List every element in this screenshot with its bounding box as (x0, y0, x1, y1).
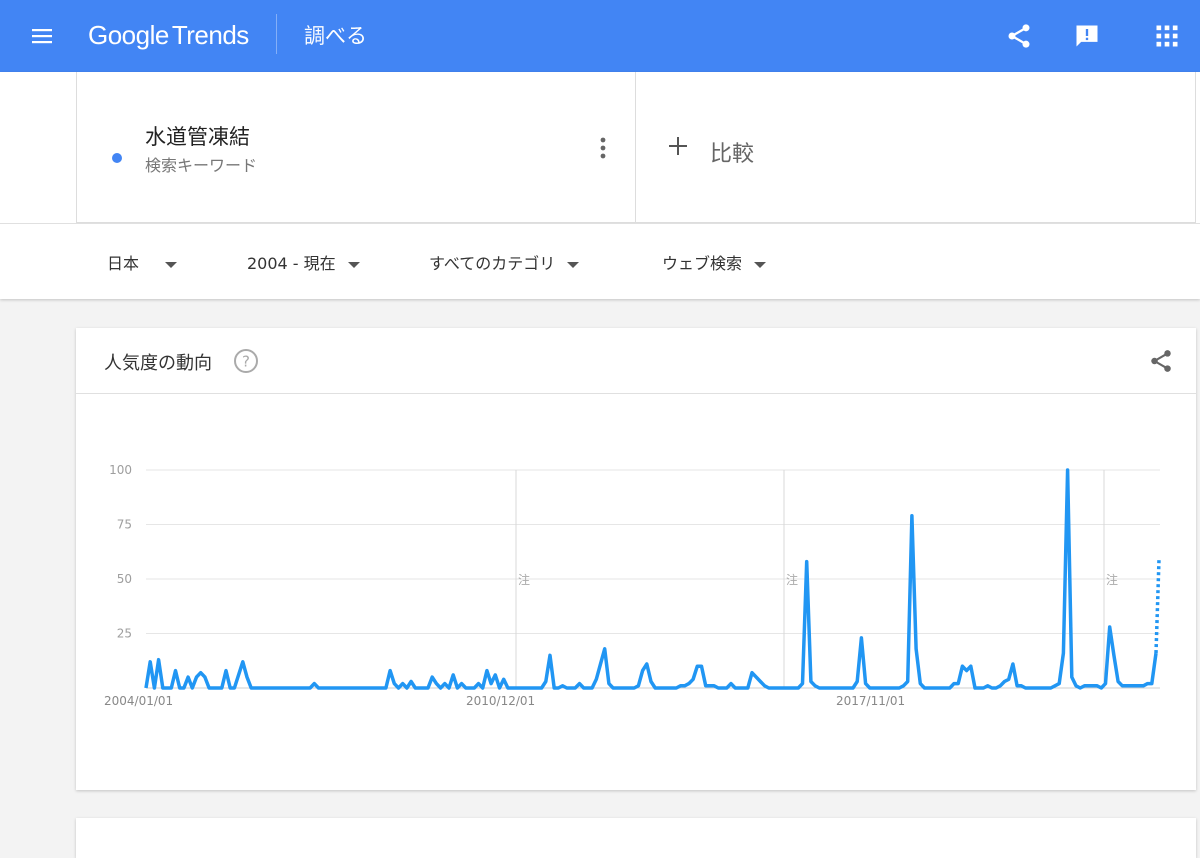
compare-card[interactable]: 比較 (636, 72, 1196, 223)
trend-chart: 25 50 75 100 注 注 注 2004/01/01 2010/12/01 2017/11/… (104, 463, 1161, 708)
menu-icon[interactable] (30, 24, 54, 48)
compare-label: 比較 (710, 142, 755, 167)
x-tick-label: 2004/01/01 (104, 694, 173, 708)
more-vert-icon[interactable] (593, 134, 613, 162)
x-tick-label: 2017/11/01 (836, 694, 905, 708)
feedback-icon[interactable] (1073, 22, 1101, 50)
dropdown-caret-icon (165, 261, 178, 268)
app-bar: Google Trends 調べる (0, 0, 1200, 72)
chart-header: 人気度の動向 ? (76, 328, 1196, 394)
help-icon[interactable]: ? (233, 348, 259, 374)
chart-share-icon[interactable] (1148, 348, 1174, 374)
chart-title: 人気度の動向 (104, 353, 212, 374)
filter-row: 日本 2004 - 現在 すべてのカテゴリ ウェブ検索 (0, 223, 1200, 299)
dropdown-caret-icon (347, 261, 360, 268)
appbar-divider (276, 14, 277, 54)
share-icon[interactable] (1005, 22, 1033, 50)
note-marker-label: 注 (786, 572, 798, 587)
interest-over-time-card: 人気度の動向 ? 25 50 75 100 注 注 注 2004/01/01 2010/12/0… (76, 328, 1196, 790)
note-marker-label: 注 (1106, 572, 1118, 587)
series-partial-segment (1154, 559, 1161, 654)
google-trends-logo[interactable]: Google Trends (88, 20, 249, 51)
filter-category[interactable]: すべてのカテゴリ (429, 250, 580, 274)
filter-search-type-label: ウェブ検索 (662, 254, 743, 273)
svg-text:?: ? (242, 353, 250, 371)
apps-grid-icon[interactable] (1153, 22, 1181, 50)
filter-time-label: 2004 - 現在 (247, 254, 336, 273)
next-section-card (76, 818, 1196, 858)
filter-region[interactable]: 日本 (107, 250, 178, 274)
filter-search-type[interactable]: ウェブ検索 (662, 250, 767, 274)
y-tick-label: 75 (117, 518, 132, 532)
y-tick-label: 25 (117, 627, 132, 641)
filter-category-label: すべてのカテゴリ (429, 254, 556, 273)
logo-google: Google (88, 20, 169, 50)
search-term-subtitle: 検索キーワード (145, 156, 258, 175)
dropdown-caret-icon (567, 261, 580, 268)
note-marker-label: 注 (518, 572, 530, 587)
y-tick-label: 100 (109, 463, 132, 477)
page-title: 調べる (304, 24, 367, 48)
x-tick-label: 2010/12/01 (466, 694, 535, 708)
search-term-name[interactable]: 水道管凍結 (145, 121, 250, 151)
filter-time-range[interactable]: 2004 - 現在 (247, 250, 360, 274)
y-tick-label: 50 (117, 572, 132, 586)
term-color-dot (112, 153, 122, 163)
filter-region-label: 日本 (107, 254, 140, 273)
dropdown-caret-icon (754, 261, 767, 268)
search-term-card[interactable]: 水道管凍結 検索キーワード (76, 72, 636, 223)
add-icon (669, 137, 687, 155)
logo-trends: Trends (171, 20, 249, 50)
explore-panel: 水道管凍結 検索キーワード 比較 日本 2004 - 現在 すべてのカテゴリ ウ… (0, 72, 1200, 299)
